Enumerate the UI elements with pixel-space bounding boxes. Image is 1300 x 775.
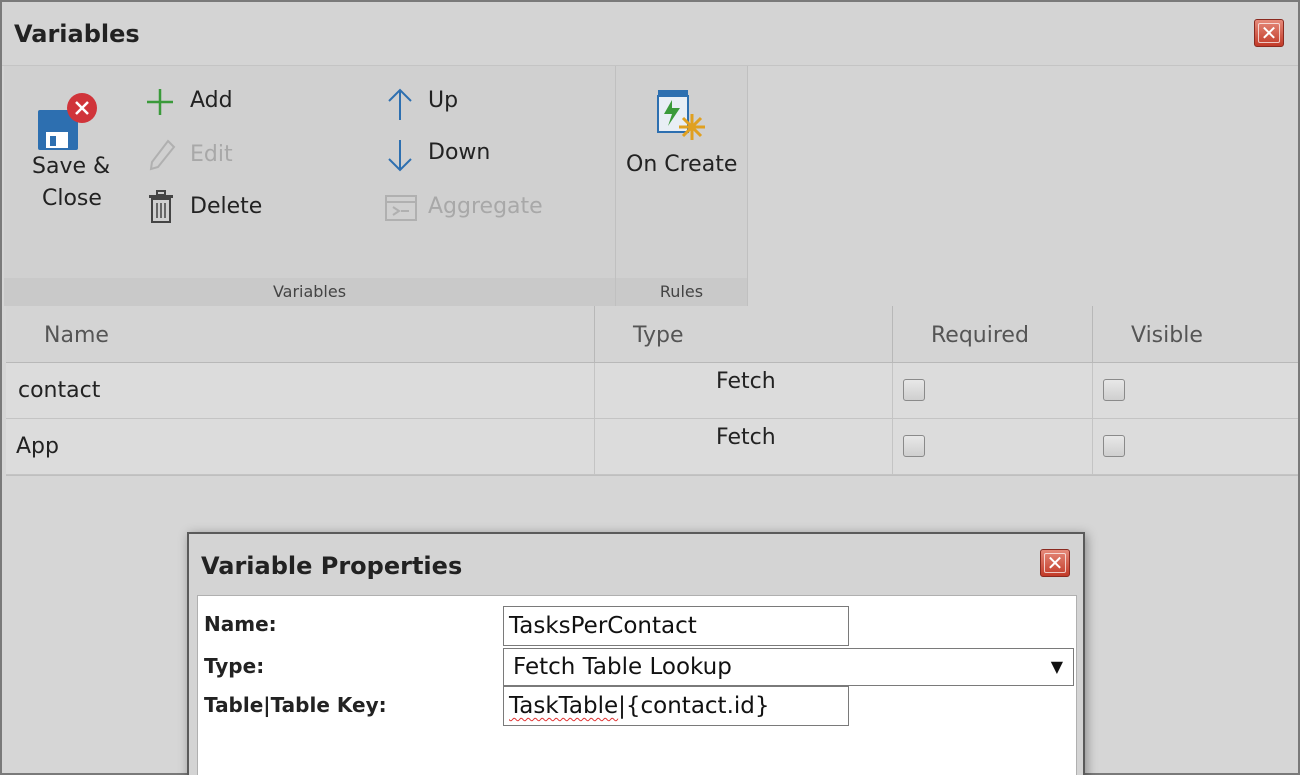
arrow-down-icon <box>388 140 412 172</box>
save-close-label-1: Save & <box>32 154 111 179</box>
required-checkbox[interactable] <box>903 435 925 457</box>
type-select-value: Fetch Table Lookup <box>513 654 732 680</box>
dialog-close-button[interactable]: ✕ <box>1040 549 1070 577</box>
table-key-value-misspelled: TaskTable <box>509 693 619 719</box>
variables-grid: Name Type Required Visible contact Fetch… <box>6 306 1298 476</box>
add-label: Add <box>190 88 233 113</box>
column-header-required[interactable]: Required <box>893 306 1093 363</box>
window-title: Variables <box>14 20 140 48</box>
delete-button[interactable]: Delete <box>142 190 282 226</box>
edit-label: Edit <box>190 142 233 167</box>
table-key-label: Table|Table Key: <box>204 693 387 717</box>
dropdown-arrow-icon: ▼ <box>1050 657 1063 676</box>
ribbon: Save & Close Add Edit Delete Up Down Agg… <box>4 66 1298 306</box>
type-label: Type: <box>204 654 265 678</box>
on-create-button[interactable]: On Create <box>622 84 746 194</box>
on-create-label: On Create <box>626 152 738 177</box>
name-field[interactable]: TasksPerContact <box>503 606 849 646</box>
save-close-label-2: Close <box>42 186 102 211</box>
dialog-body: Name: TasksPerContact Type: Fetch Table … <box>197 595 1077 775</box>
visible-checkbox[interactable] <box>1103 379 1125 401</box>
aggregate-icon <box>385 195 417 221</box>
close-icon: ✕ <box>1046 551 1064 575</box>
column-header-name[interactable]: Name <box>6 306 595 363</box>
ribbon-group-rules: On Create Rules <box>616 66 748 306</box>
edit-button[interactable]: Edit <box>142 138 272 174</box>
pencil-icon <box>149 139 176 171</box>
table-row[interactable]: App Fetch <box>6 419 1298 475</box>
save-close-icon <box>38 93 97 150</box>
cell-name: contact <box>6 363 595 418</box>
name-label: Name: <box>204 612 277 636</box>
delete-label: Delete <box>190 194 263 219</box>
table-key-value-rest: |{contact.id} <box>618 693 770 719</box>
trash-icon <box>149 190 173 223</box>
required-checkbox[interactable] <box>903 379 925 401</box>
table-row[interactable]: contact Fetch <box>6 363 1298 419</box>
down-label: Down <box>428 140 491 165</box>
plus-icon <box>147 89 173 115</box>
down-button[interactable]: Down <box>382 138 512 174</box>
column-header-visible[interactable]: Visible <box>1093 306 1298 363</box>
up-label: Up <box>428 88 459 113</box>
group-label-rules: Rules <box>616 278 747 306</box>
aggregate-button[interactable]: Aggregate <box>382 190 562 226</box>
add-button[interactable]: Add <box>142 86 272 122</box>
aggregate-label: Aggregate <box>428 194 543 219</box>
save-close-button[interactable]: Save & Close <box>18 86 118 246</box>
type-select[interactable]: Fetch Table Lookup ▼ <box>503 648 1074 686</box>
group-label-variables: Variables <box>4 278 615 306</box>
on-create-icon <box>657 90 705 140</box>
cell-type: Fetch <box>595 419 893 474</box>
window-close-button[interactable]: ✕ <box>1254 19 1284 47</box>
grid-header: Name Type Required Visible <box>6 306 1298 363</box>
ribbon-group-variables: Save & Close Add Edit Delete Up Down Agg… <box>4 66 616 306</box>
dialog-title: Variable Properties <box>201 552 463 580</box>
table-key-field[interactable]: TaskTable|{contact.id} <box>503 686 849 726</box>
visible-checkbox[interactable] <box>1103 435 1125 457</box>
cell-required <box>893 419 1093 474</box>
cell-visible <box>1093 363 1298 418</box>
up-button[interactable]: Up <box>382 86 492 122</box>
title-bar: Variables ✕ <box>2 2 1298 66</box>
cell-type: Fetch <box>595 363 893 418</box>
arrow-up-icon <box>388 88 412 120</box>
close-icon: ✕ <box>1260 21 1278 45</box>
column-header-type[interactable]: Type <box>595 306 893 363</box>
cell-name: App <box>6 419 595 474</box>
variable-properties-dialog: Variable Properties ✕ Name: TasksPerCont… <box>187 532 1085 775</box>
cell-visible <box>1093 419 1298 474</box>
cell-required <box>893 363 1093 418</box>
